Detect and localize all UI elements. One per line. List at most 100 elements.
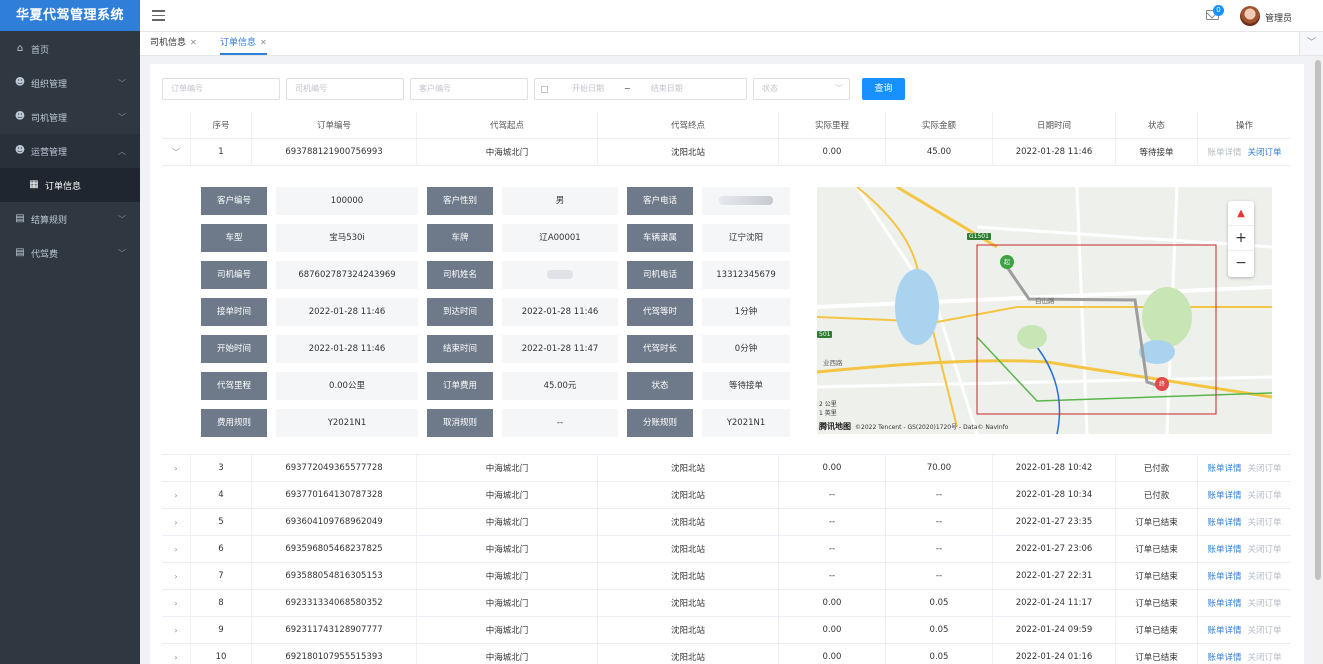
detail-value-redacted (502, 261, 618, 289)
expand-icon[interactable]: › (162, 509, 191, 535)
cell-index: 4 (191, 482, 252, 508)
sidebar-item-settlement[interactable]: ▤ 结算规则 ﹀ (0, 202, 140, 236)
sidebar-item-fees[interactable]: ▤ 代驾费 ﹀ (0, 236, 140, 270)
close-order-link[interactable]: 关闭订单 (1248, 489, 1282, 501)
close-order-link[interactable]: 关闭订单 (1248, 597, 1282, 609)
order-no-input[interactable]: 订单编号 (162, 78, 280, 100)
collapse-icon[interactable]: ﹀ (162, 139, 191, 165)
scrollbar-thumb[interactable] (1315, 60, 1321, 580)
status-placeholder: 状态 (762, 84, 778, 93)
bill-detail-link[interactable]: 账单详情 (1207, 146, 1241, 158)
compass-icon[interactable]: ▲ (1228, 201, 1254, 226)
driver-no-input[interactable]: 司机编号 (286, 78, 404, 100)
cell-actions: 账单详情 关闭订单 (1198, 644, 1291, 664)
sidebar-item-drivers[interactable]: ☻ 司机管理 ﹀ (0, 100, 140, 134)
page-scrollbar[interactable] (1313, 56, 1323, 664)
detail-row: 开始时间 2022-01-28 11:46 结束时间 2022-01-28 11… (201, 335, 799, 363)
expand-icon[interactable]: › (162, 617, 191, 643)
sidebar-item-orders[interactable]: ▦ 订单信息 (0, 168, 140, 202)
cell-status: 订单已结束 (1116, 644, 1198, 664)
zoom-out-button[interactable]: − (1228, 251, 1254, 276)
detail-row: 客户编号 100000 客户性别 男 客户电话 (201, 187, 799, 215)
close-order-link[interactable]: 关闭订单 (1248, 516, 1282, 528)
close-icon[interactable]: ✕ (260, 38, 267, 47)
detail-value: 687602787324243969 (276, 261, 418, 289)
bill-detail-link[interactable]: 账单详情 (1207, 543, 1241, 555)
cell-index: 6 (191, 536, 252, 562)
cell-order-no: 693588054816305153 (252, 563, 417, 589)
cell-amount: -- (886, 563, 993, 589)
expand-icon[interactable]: › (162, 455, 191, 481)
expand-icon[interactable]: › (162, 563, 191, 589)
header-amount: 实际金额 (886, 112, 993, 138)
table-row: › 8 692331334068580352 中海城北门 沈阳北站 0.00 0.05 202… (162, 590, 1291, 617)
area-label: 业西路 (823, 359, 843, 367)
sidebar-item-organization[interactable]: ☻ 组织管理 ﹀ (0, 66, 140, 100)
map-logo: 腾讯地图 (819, 422, 851, 431)
tab-order-info[interactable]: 订单信息 ✕ (220, 32, 267, 55)
query-button[interactable]: 查询 (862, 78, 905, 100)
bill-detail-link[interactable]: 账单详情 (1207, 462, 1241, 474)
sidebar-item-label: 订单信息 (45, 181, 82, 192)
close-order-link[interactable]: 关闭订单 (1248, 624, 1282, 636)
detail-label: 订单费用 (427, 372, 493, 400)
zoom-in-button[interactable]: + (1228, 226, 1254, 251)
tab-driver-info[interactable]: 司机信息 ✕ (150, 32, 197, 55)
scale-top: 2 公里 (819, 401, 837, 408)
cell-mileage: -- (779, 482, 886, 508)
map-copyright: ©2022 Tencent - GS(2020)1720号 - Data© Na… (855, 424, 1009, 431)
detail-value: 2022-01-28 11:47 (502, 335, 618, 363)
close-order-link[interactable]: 关闭订单 (1248, 651, 1282, 663)
bill-detail-link[interactable]: 账单详情 (1207, 570, 1241, 582)
tab-label: 订单信息 (220, 38, 257, 48)
cell-status: 等待接单 (1116, 139, 1198, 165)
detail-label: 状态 (627, 372, 693, 400)
cell-order-no: 692180107955515393 (252, 644, 417, 664)
expand-icon[interactable]: › (162, 536, 191, 562)
close-order-link[interactable]: 关闭订单 (1248, 570, 1282, 582)
detail-value: 0.00公里 (276, 372, 418, 400)
sidebar-item-label: 司机管理 (31, 113, 68, 124)
bill-detail-link[interactable]: 账单详情 (1207, 516, 1241, 528)
username[interactable]: 管理员 (1265, 11, 1292, 24)
bill-detail-link[interactable]: 账单详情 (1207, 624, 1241, 636)
expand-icon[interactable]: › (162, 644, 191, 664)
avatar[interactable] (1240, 6, 1260, 26)
monitor-icon: ▤ (15, 213, 25, 224)
bill-detail-link[interactable]: 账单详情 (1207, 651, 1241, 663)
close-order-link[interactable]: 关闭订单 (1248, 146, 1282, 158)
expand-icon[interactable]: › (162, 482, 191, 508)
header-datetime: 日期时间 (993, 112, 1116, 138)
cell-datetime: 2022-01-27 22:31 (993, 563, 1116, 589)
hamburger-menu-icon[interactable] (152, 10, 165, 21)
expand-icon[interactable]: › (162, 590, 191, 616)
detail-label: 司机姓名 (427, 261, 493, 289)
cell-actions: 账单详情 关闭订单 (1198, 563, 1291, 589)
end-date-placeholder: 结束日期 (650, 84, 683, 93)
cell-mileage: 0.00 (779, 455, 886, 481)
header-mileage: 实际里程 (779, 112, 886, 138)
table-row: › 5 693604109768962049 中海城北门 沈阳北站 -- -- 2022-01… (162, 509, 1291, 536)
bill-detail-link[interactable]: 账单详情 (1207, 489, 1241, 501)
bill-detail-link[interactable]: 账单详情 (1207, 597, 1241, 609)
sidebar-item-home[interactable]: ⌂ 首页 (0, 32, 140, 66)
status-select[interactable]: 状态 ﹀ (753, 78, 850, 100)
detail-value: 2022-01-28 11:46 (276, 335, 418, 363)
detail-label: 分账规则 (627, 409, 693, 437)
sidebar-item-label: 结算规则 (31, 215, 68, 226)
close-order-link[interactable]: 关闭订单 (1248, 543, 1282, 555)
sidebar-item-label: 运营管理 (31, 147, 68, 158)
order-detail-panel: 客户编号 100000 客户性别 男 客户电话 车型 宝马530i 车牌 辽A0… (162, 166, 1291, 455)
date-range-picker[interactable]: 开始日期 ~ 结束日期 (534, 78, 747, 100)
tab-dropdown-icon[interactable]: ﹀ (1299, 32, 1323, 55)
close-order-link[interactable]: 关闭订单 (1248, 462, 1282, 474)
close-icon[interactable]: ✕ (190, 38, 197, 47)
detail-row: 费用规则 Y2021N1 取消规则 -- 分账规则 Y2021N1 (201, 409, 799, 437)
sidebar: 华夏代驾管理系统 ⌂ 首页 ☻ 组织管理 ﹀ ☻ 司机管理 ﹀ ☻ 运营管理 ︿… (0, 0, 140, 664)
route-map[interactable]: 白山路 业西路 G1501 501 起 终 ▲ + − 2 公里 1 英里 腾讯… (817, 187, 1272, 434)
chevron-up-icon: ︿ (118, 147, 126, 156)
customer-no-input[interactable]: 客户编号 (410, 78, 528, 100)
detail-label: 客户性别 (427, 187, 493, 215)
highway-badge: G1501 (967, 233, 991, 240)
sidebar-item-operations[interactable]: ☻ 运营管理 ︿ (0, 134, 140, 168)
